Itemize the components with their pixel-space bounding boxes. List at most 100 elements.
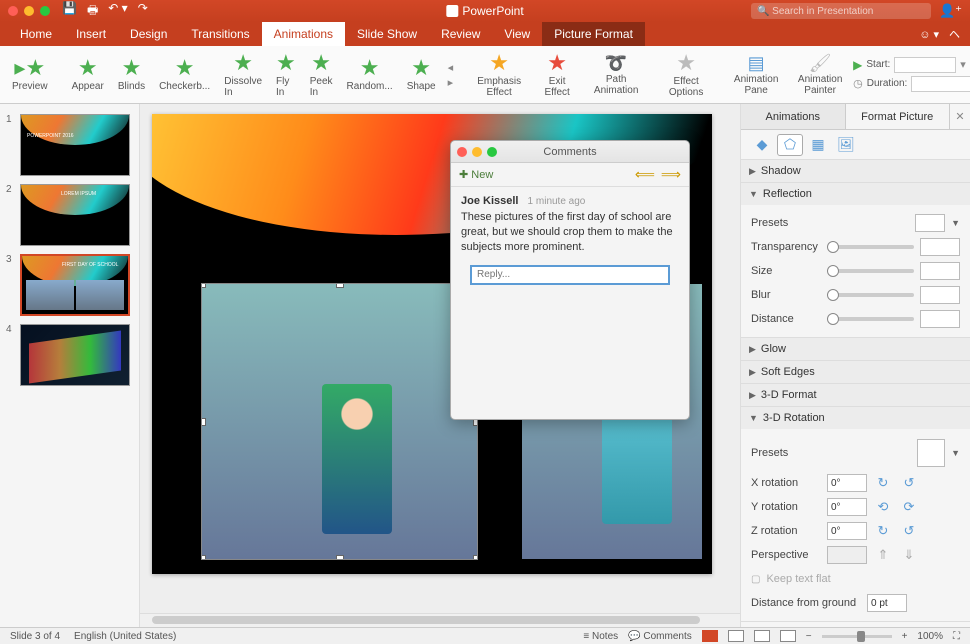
share-user-icon[interactable]: 👤⁺ — [939, 3, 962, 19]
pane-tab-format-picture[interactable]: Format Picture — [846, 104, 951, 129]
comments-button[interactable]: 💬 Comments — [628, 631, 692, 642]
comments-window[interactable]: Comments ✚ New ⟸⟹ Joe Kissell 1 minute a… — [450, 140, 690, 420]
fit-to-window-icon[interactable]: ⛶ — [953, 631, 960, 642]
rotation-presets-dropdown[interactable] — [917, 439, 945, 467]
resize-handle-w[interactable] — [202, 418, 206, 426]
chevron-down-icon[interactable]: ▾ — [960, 58, 966, 71]
effect-peek-in[interactable]: ★Peek In — [304, 52, 339, 98]
scrollbar-thumb[interactable] — [152, 616, 700, 624]
thumb-3[interactable]: 3 FIRST DAY OF SCHOOL — [0, 250, 139, 320]
reflection-presets-dropdown[interactable] — [915, 214, 945, 232]
section-3d-format[interactable]: ▶3-D Format — [741, 384, 970, 406]
tab-view[interactable]: View — [492, 22, 542, 46]
comments-titlebar[interactable]: Comments — [451, 141, 689, 163]
start-dropdown[interactable] — [894, 57, 956, 73]
effects-gallery-scroll[interactable]: ◂▸ — [444, 61, 458, 89]
resize-handle-nw[interactable] — [202, 284, 206, 288]
smiley-feedback-icon[interactable]: ☺ ▾ — [919, 28, 939, 41]
thumb-2[interactable]: 2 LOREM IPSUM — [0, 180, 139, 250]
slide-thumb[interactable]: LOREM IPSUM — [20, 184, 130, 246]
slide-thumbnails-panel[interactable]: 1 POWERPOINT 2016 2 LOREM IPSUM 3 FIRST … — [0, 104, 140, 627]
animation-painter-button[interactable]: 🖌Animation Painter — [789, 54, 851, 96]
notes-button[interactable]: ≡ Notes — [583, 631, 618, 642]
language-indicator[interactable]: English (United States) — [74, 631, 176, 642]
zoom-in-button[interactable]: + — [902, 631, 908, 642]
tab-picture-format[interactable]: Picture Format — [542, 22, 645, 46]
tab-home[interactable]: Home — [8, 22, 64, 46]
zoom-out-button[interactable]: − — [806, 631, 812, 642]
slide-indicator[interactable]: Slide 3 of 4 — [10, 631, 60, 642]
size-input[interactable] — [920, 262, 960, 280]
rotate-y-down-icon[interactable]: ⟳ — [899, 498, 919, 516]
resize-handle-sw[interactable] — [202, 555, 206, 559]
resize-handle-se[interactable] — [473, 555, 477, 559]
rotate-x-right-icon[interactable]: ↺ — [899, 474, 919, 492]
close-icon[interactable] — [457, 147, 467, 157]
chevron-down-icon[interactable]: ▼ — [951, 218, 960, 228]
transparency-slider[interactable] — [827, 245, 914, 249]
section-glow[interactable]: ▶Glow — [741, 338, 970, 360]
chevron-down-icon[interactable]: ▼ — [951, 448, 960, 458]
tab-review[interactable]: Review — [429, 22, 492, 46]
z-rotation-input[interactable]: 0° — [827, 522, 867, 540]
blur-input[interactable] — [920, 286, 960, 304]
normal-view-icon[interactable] — [702, 630, 718, 642]
effect-shape[interactable]: ★Shape — [401, 57, 442, 92]
emphasis-effect-button[interactable]: ★Emphasis Effect — [469, 52, 529, 98]
rotate-z-ccw-icon[interactable]: ↺ — [899, 522, 919, 540]
rotate-y-up-icon[interactable]: ⟲ — [873, 498, 893, 516]
distance-input[interactable] — [920, 310, 960, 328]
section-3d-rotation[interactable]: ▼3-D Rotation — [741, 407, 970, 429]
search-input[interactable]: 🔍 Search in Presentation — [751, 3, 931, 19]
tab-insert[interactable]: Insert — [64, 22, 118, 46]
distance-slider[interactable] — [827, 317, 914, 321]
effect-options-button[interactable]: ★Effect Options — [659, 52, 713, 98]
slide-thumb[interactable] — [20, 324, 130, 386]
resize-handle-s[interactable] — [336, 555, 344, 559]
slide-thumb-selected[interactable]: FIRST DAY OF SCHOOL — [20, 254, 130, 316]
duration-input[interactable] — [911, 76, 970, 92]
close-window-button[interactable] — [8, 6, 18, 16]
collapse-ribbon-icon[interactable]: ヘ — [949, 26, 960, 42]
thumb-1[interactable]: 1 POWERPOINT 2016 — [0, 110, 139, 180]
zoom-level[interactable]: 100% — [917, 631, 943, 642]
size-tab-icon[interactable]: ▦ — [805, 134, 831, 156]
reading-view-icon[interactable] — [754, 630, 770, 642]
selected-picture[interactable] — [202, 284, 477, 559]
undo-icon[interactable]: ↶ ▾ — [108, 1, 127, 22]
effect-dissolve-in[interactable]: ★Dissolve In — [218, 52, 268, 98]
minimize-window-button[interactable] — [24, 6, 34, 16]
effect-random[interactable]: ★Random... — [341, 57, 399, 92]
fill-tab-icon[interactable]: ◆ — [749, 134, 775, 156]
thumb-4[interactable]: 4 — [0, 320, 139, 390]
print-icon[interactable]: 🖶 — [87, 1, 98, 22]
resize-handle-n[interactable] — [336, 284, 344, 288]
section-soft-edges[interactable]: ▶Soft Edges — [741, 361, 970, 383]
close-pane-icon[interactable]: ✕ — [950, 104, 970, 129]
y-rotation-input[interactable]: 0° — [827, 498, 867, 516]
rotate-x-left-icon[interactable]: ↻ — [873, 474, 893, 492]
effect-blinds[interactable]: ★Blinds — [112, 57, 151, 92]
transparency-input[interactable] — [920, 238, 960, 256]
path-animation-button[interactable]: ➰Path Animation — [585, 54, 647, 96]
redo-icon[interactable]: ↷ — [138, 1, 148, 22]
exit-effect-button[interactable]: ★Exit Effect — [531, 52, 583, 98]
minimize-icon[interactable] — [472, 147, 482, 157]
new-comment-button[interactable]: ✚ New — [459, 168, 493, 181]
prev-comment-icon[interactable]: ⟸ — [635, 166, 655, 183]
slide-canvas[interactable]: Comments ✚ New ⟸⟹ Joe Kissell 1 minute a… — [140, 104, 740, 627]
zoom-window-button[interactable] — [40, 6, 50, 16]
zoom-slider[interactable] — [822, 635, 892, 638]
x-rotation-input[interactable]: 0° — [827, 474, 867, 492]
slide-thumb[interactable]: POWERPOINT 2016 — [20, 114, 130, 176]
slideshow-view-icon[interactable] — [780, 630, 796, 642]
animation-pane-button[interactable]: ▤Animation Pane — [725, 54, 787, 96]
section-reflection[interactable]: ▼Reflection — [741, 183, 970, 205]
distance-from-ground-input[interactable]: 0 pt — [867, 594, 907, 612]
effect-appear[interactable]: ★Appear — [66, 57, 110, 92]
effects-tab-icon[interactable]: ⬠ — [777, 134, 803, 156]
tab-slideshow[interactable]: Slide Show — [345, 22, 429, 46]
slide-sorter-view-icon[interactable] — [728, 630, 744, 642]
horizontal-scrollbar[interactable] — [140, 613, 740, 627]
pane-tab-animations[interactable]: Animations — [741, 104, 846, 129]
